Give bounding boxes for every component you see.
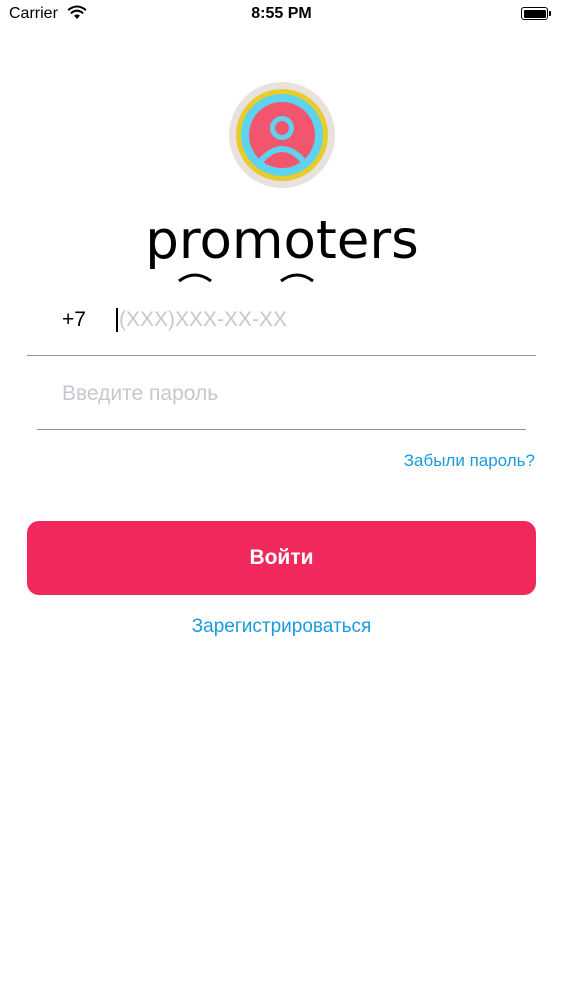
register-link[interactable]: Зарегистрироваться	[0, 616, 563, 638]
battery-icon	[521, 7, 548, 20]
phone-input[interactable]: +7 (XXX)XXX-XX-XX	[27, 298, 536, 356]
login-button[interactable]: Войти	[27, 521, 536, 595]
forgot-password-link[interactable]: Забыли пароль?	[404, 451, 535, 471]
user-circle-emblem	[229, 82, 335, 188]
wordmark-text: promoters	[145, 215, 419, 271]
text-caret	[116, 308, 118, 332]
battery-tip	[549, 11, 551, 16]
phone-prefix: +7	[62, 308, 86, 331]
phone-placeholder: (XXX)XXX-XX-XX	[119, 308, 288, 331]
status-bar: Carrier 8:55 PM	[0, 0, 563, 30]
promoters-wordmark: promoters	[145, 215, 419, 283]
status-time: 8:55 PM	[251, 5, 312, 22]
password-placeholder: Введите пароль	[62, 382, 219, 405]
password-input[interactable]: Введите пароль	[37, 372, 526, 430]
